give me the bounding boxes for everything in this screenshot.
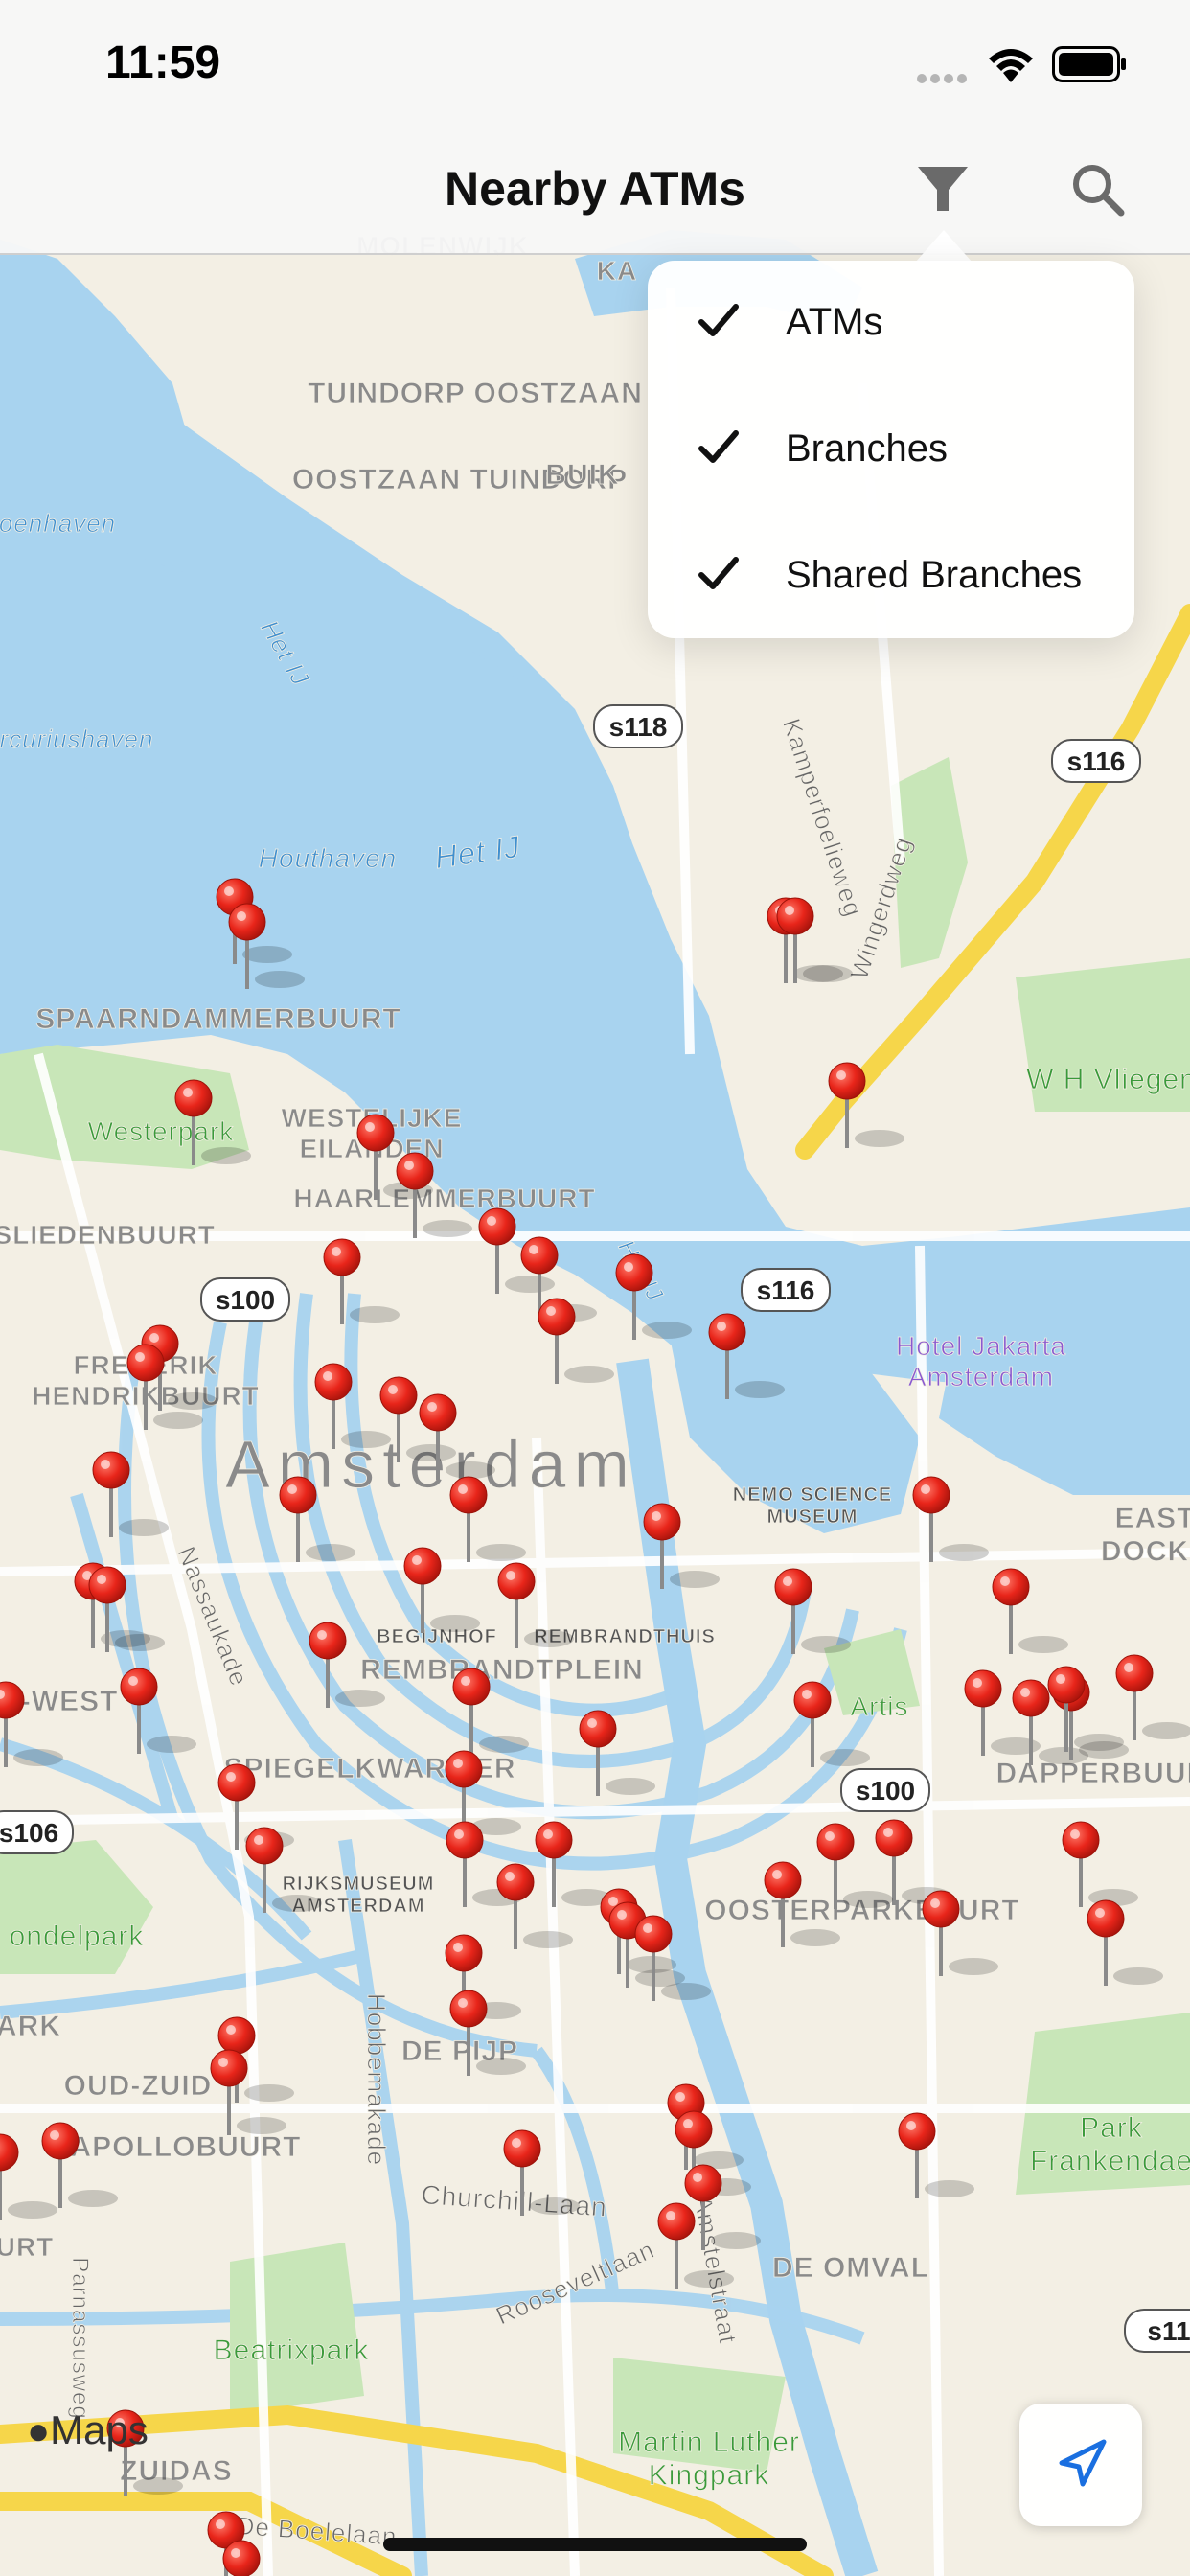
svg-text:s118: s118 <box>609 712 668 742</box>
map-label-apollobuurt: APOLLOBUURT <box>71 2131 302 2163</box>
map-label-hobbemakade: Hobbemakade <box>362 1993 391 2166</box>
svg-text:s106: s106 <box>0 1818 58 1848</box>
search-button[interactable] <box>1067 159 1129 220</box>
map-label-nemo: NEMO SCIENCE <box>733 1484 892 1506</box>
map-label-de-omval: DE OMVAL <box>772 2252 929 2284</box>
filter-option-branches[interactable]: Branches <box>648 387 1134 512</box>
status-bar: 11:59 <box>0 0 1190 134</box>
map-label-park-frankendael: Park <box>1080 2112 1143 2144</box>
svg-text:s116: s116 <box>757 1276 815 1305</box>
map-label-buiksloterham: BUIK <box>545 459 619 491</box>
map-label-burt: URT <box>0 2232 54 2262</box>
map-label-beatrixpark: Beatrixpark <box>214 2334 370 2366</box>
highway-shield: s116 <box>1051 739 1141 783</box>
filter-option-label: Shared Branches <box>786 554 1083 596</box>
filter-icon <box>918 167 968 211</box>
signal-icon <box>917 74 967 83</box>
filter-option-label: ATMs <box>786 301 883 343</box>
map-label-vondelpark: ondelpark <box>10 1920 145 1952</box>
home-indicator <box>383 2538 807 2551</box>
map-label-rijksmuseum: RIJKSMUSEUM <box>283 1874 435 1895</box>
highway-shield: s118 <box>593 704 683 748</box>
map-label-oostelijke-docklands: DOCKLA <box>1101 1536 1190 1568</box>
svg-text:s11: s11 <box>1147 2316 1190 2346</box>
filter-option-atms[interactable]: ATMs <box>648 261 1134 385</box>
map-label-parnassusweg: Parnassusweg <box>67 2257 93 2419</box>
filter-option-label: Branches <box>786 427 948 470</box>
dropdown-caret <box>915 230 973 263</box>
filter-menu: ATMs Branches Shared Branches <box>648 261 1134 638</box>
map-label-mercuriushaven: rcuriushaven <box>0 724 153 753</box>
map-label-tuindorp-oostzaan: TUINDORP OOSTZAAN <box>308 378 643 409</box>
map-label-westerpark: Westerpark <box>88 1116 235 1146</box>
map-label-dapperbuurt: DAPPERBUURT <box>995 1758 1190 1789</box>
map-label-haarlemmerbuurt: HAARLEMMERBUURT <box>293 1184 595 1213</box>
map-label-artis: Artis <box>851 1691 909 1721</box>
svg-text:s116: s116 <box>1067 747 1126 776</box>
checkmark-icon <box>698 557 739 589</box>
checkmark-icon <box>698 430 739 463</box>
svg-text:s100: s100 <box>856 1776 915 1806</box>
map-label-nemo: MUSEUM <box>767 1506 858 1528</box>
current-location-button[interactable] <box>1019 2404 1142 2526</box>
svg-text:s100: s100 <box>216 1285 275 1315</box>
search-icon <box>1073 165 1125 217</box>
map-label-staatsliedenbuurt: AATSLIEDENBUURT <box>0 1220 216 1250</box>
map-label-oud-zuid: OUD-ZUID <box>64 2070 213 2102</box>
map-label-spaarndammerbuurt: SPAARNDAMMERBUURT <box>35 1003 400 1035</box>
map-label-martin-luther-kingpark: Kingpark <box>649 2460 769 2492</box>
wifi-icon <box>989 49 1033 82</box>
map-label-kadoelen: KA <box>597 256 637 286</box>
status-time: 11:59 <box>105 37 221 88</box>
map-label-rembrandtplein: REMBRANDTPLEIN <box>360 1654 644 1686</box>
location-arrow-icon <box>1059 2439 1107 2487</box>
navigation-bar: Nearby ATMs <box>0 134 1190 255</box>
map-label-hotel-jakarta: Amsterdam <box>908 1362 1054 1392</box>
highway-shield: s106 <box>0 1810 74 1854</box>
highway-shield: s116 <box>741 1268 831 1312</box>
filter-button[interactable] <box>914 161 972 218</box>
map-label-houthaven: Houthaven <box>259 843 397 873</box>
map-label-hotel-jakarta: Hotel Jakarta <box>896 1331 1066 1361</box>
map-label-petroleumhaven: oenhaven <box>0 509 116 538</box>
map-label-w-h-vliegen: W H Vliegen <box>1026 1064 1190 1095</box>
filter-option-shared-branches[interactable]: Shared Branches <box>648 514 1134 638</box>
map-label-martin-luther-kingpark: Martin Luther <box>618 2426 800 2458</box>
highway-shield: s100 <box>200 1277 290 1322</box>
highway-shield: s100 <box>840 1768 930 1812</box>
map-label-park-frankendael: Frankendae <box>1030 2146 1190 2177</box>
page-title: Nearby ATMs <box>445 162 745 216</box>
battery-icon <box>1052 46 1126 82</box>
apple-logo-icon: ● <box>27 2410 51 2452</box>
apple-maps-logo: ●Maps <box>27 2407 149 2453</box>
maps-logo-text: Maps <box>50 2407 149 2452</box>
map-label-park: ARK <box>0 2011 61 2042</box>
map-label-begijnhof: BEGIJNHOF <box>377 1626 497 1647</box>
checkmark-icon <box>698 304 739 336</box>
map-label-oostelijke-docklands: EASTE <box>1114 1503 1190 1534</box>
highway-shield: s11 <box>1124 2309 1190 2353</box>
